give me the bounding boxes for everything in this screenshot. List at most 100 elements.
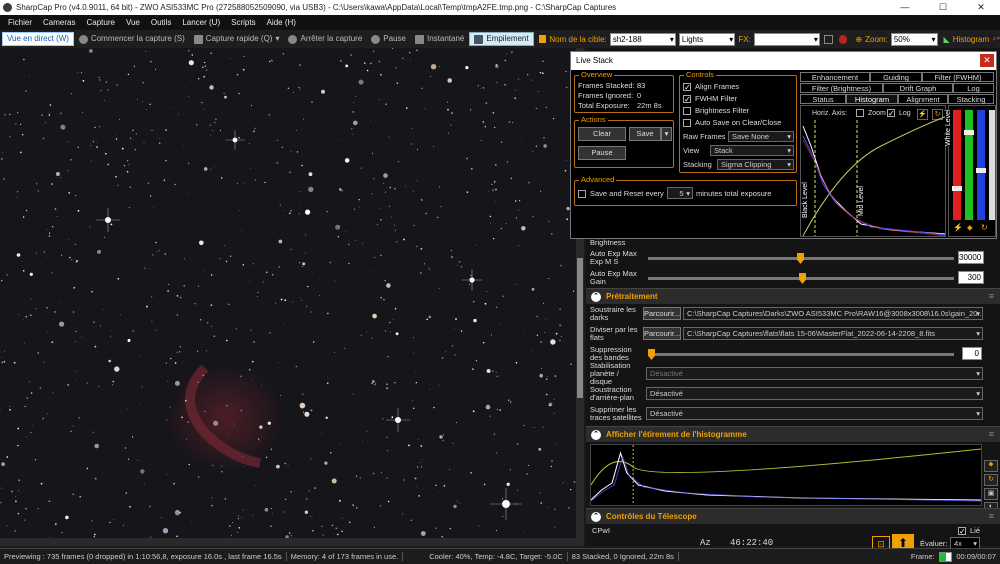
tab-filter-brightness[interactable]: Filter (Brightness)	[800, 83, 883, 93]
menu-scripts[interactable]: Scripts	[231, 18, 255, 27]
darks-path-select[interactable]: C:\SharpCap Captures\Darks\ZWO ASI533MC …	[683, 307, 983, 320]
auto-exp-max-thumb[interactable]	[797, 253, 804, 264]
green-thumb[interactable]	[964, 130, 974, 135]
view-select[interactable]: Stack	[710, 145, 794, 156]
tab-histogram[interactable]: Histogram	[846, 94, 898, 104]
close-button[interactable]: ✕	[962, 0, 1000, 15]
red-slider[interactable]	[952, 110, 962, 220]
align-frames-option[interactable]: ✓ Align Frames	[683, 82, 739, 92]
satellite-select[interactable]: Désactivé	[646, 407, 983, 420]
pause-button[interactable]: Pause	[367, 32, 410, 46]
stack-image-viewport[interactable]	[0, 48, 576, 546]
auto-exp-gain-slider[interactable]	[648, 273, 954, 284]
lie-check[interactable]: ✓	[958, 527, 966, 536]
save-icon[interactable]: ▣	[984, 488, 998, 500]
brightness-filter-check[interactable]	[683, 107, 691, 116]
save-reset-check[interactable]	[578, 190, 586, 199]
auto-exp-gain-value[interactable]: 300	[958, 271, 984, 284]
maximize-button[interactable]: ☐	[924, 0, 962, 15]
save-button[interactable]: Save	[629, 127, 661, 141]
fx-settings-icon[interactable]	[823, 34, 833, 44]
quick-capture-button[interactable]: Capture rapide (Q) ▾	[190, 32, 284, 46]
red-thumb[interactable]	[952, 186, 962, 191]
close-icon[interactable]: ✕	[980, 54, 994, 67]
auto-save-check[interactable]	[683, 119, 691, 128]
white-slider[interactable]	[989, 110, 995, 220]
zoom-select[interactable]: 50%	[890, 32, 938, 46]
menu-lancer[interactable]: Lancer (U)	[182, 18, 220, 27]
stabilization-select[interactable]: Désactivé	[646, 367, 983, 380]
auto-save-option[interactable]: Auto Save on Clear/Close	[683, 118, 781, 128]
menu-vue[interactable]: Vue	[126, 18, 140, 27]
tab-drift-graph[interactable]: Drift Graph	[883, 83, 953, 93]
clear-button[interactable]: Clear	[578, 127, 626, 141]
save-reset-option[interactable]: Save and Reset every	[578, 189, 664, 199]
image-horizontal-scrollbar[interactable]	[0, 538, 576, 546]
tab-enhancement[interactable]: Enhancement	[800, 72, 870, 82]
menu-icon[interactable]: ≡	[989, 511, 994, 521]
background-sub-label: Soustraction d'arrière-plan	[590, 385, 634, 402]
lightning-icon[interactable]: ⚡	[953, 223, 963, 232]
menu-icon[interactable]: ≡	[989, 291, 994, 301]
fx-select[interactable]	[753, 32, 820, 46]
fx-clear-icon[interactable]	[838, 34, 848, 44]
menu-icon[interactable]: ≡	[989, 429, 994, 439]
tab-stacking[interactable]: Stacking	[948, 94, 994, 104]
auto-exp-gain-thumb[interactable]	[799, 273, 806, 284]
histogram-stretch-header[interactable]: ⌃ Afficher l'étirement de l'histogramme ≡	[586, 426, 1000, 442]
frame-type-select[interactable]: Lights	[678, 32, 736, 46]
stacking-select[interactable]: Sigma Clipping	[717, 159, 794, 170]
band-suppression-thumb[interactable]	[648, 349, 655, 360]
start-capture-button[interactable]: Commencer la capture (S)	[75, 32, 189, 46]
flats-browse-button[interactable]: Parcourir...	[643, 327, 681, 340]
background-sub-select[interactable]: Désactivé	[646, 387, 983, 400]
telescope-header[interactable]: ⌃ Contrôles du Télescope ≡	[586, 508, 1000, 524]
refresh-icon[interactable]: ↻	[984, 474, 998, 486]
menu-cameras[interactable]: Cameras	[43, 18, 75, 27]
auto-exp-max-slider[interactable]	[648, 253, 954, 264]
stack-histogram[interactable]: Horiz. Axis: Zoom ✓ Log ⚡ ↻ Black Level M…	[800, 105, 946, 237]
tab-status[interactable]: Status	[800, 94, 846, 104]
search-icon[interactable]: ⌕▾	[992, 34, 1000, 44]
minimize-button[interactable]: —	[886, 0, 924, 15]
tab-guiding[interactable]: Guiding	[870, 72, 922, 82]
band-suppression-slider[interactable]	[648, 349, 954, 360]
flats-row: Diviser par les flats Parcourir... C:\Sh…	[586, 324, 1000, 344]
tab-log[interactable]: Log	[953, 83, 994, 93]
diamond-icon[interactable]: ⬥	[967, 223, 973, 233]
pause-stack-button[interactable]: Pause	[578, 146, 626, 160]
frame-label: Frame:	[910, 552, 935, 561]
stop-capture-button[interactable]: Arrêter la capture	[284, 32, 366, 46]
histogram-stretch-graph[interactable]	[590, 444, 982, 506]
live-view-button[interactable]: Vue en direct (W)	[2, 32, 74, 46]
tab-filter-fwhm[interactable]: Filter (FWHM)	[922, 72, 994, 82]
rgb-level-sliders[interactable]: White Level ⚡ ⬥ ↻	[945, 105, 996, 237]
save-reset-input[interactable]: 5	[667, 187, 693, 199]
target-input[interactable]: sh2-188	[609, 32, 676, 46]
menu-aide[interactable]: Aide (H)	[267, 18, 296, 27]
menu-fichier[interactable]: Fichier	[8, 18, 32, 27]
refresh-icon[interactable]: ↻	[981, 223, 988, 232]
tab-alignment[interactable]: Alignment	[898, 94, 948, 104]
auto-exp-max-value[interactable]: 30000	[958, 251, 984, 264]
darks-browse-button[interactable]: Parcourir...	[643, 307, 681, 320]
flats-path-select[interactable]: C:\SharpCap Captures\flats\flats 15-06\M…	[683, 327, 983, 340]
snapshot-button[interactable]: Instantané	[411, 32, 468, 46]
align-frames-check[interactable]: ✓	[683, 83, 691, 92]
histogram-button[interactable]: Histogram	[953, 35, 989, 44]
band-suppression-value[interactable]: 0	[962, 347, 982, 360]
fwhm-filter-check[interactable]: ✓	[683, 95, 691, 104]
lie-checkbox[interactable]: ✓ Lié	[958, 526, 980, 536]
blue-slider[interactable]	[976, 110, 986, 220]
menu-outils[interactable]: Outils	[151, 18, 171, 27]
reset-icon[interactable]: ⬥	[984, 460, 998, 472]
fwhm-filter-option[interactable]: ✓ FWHM Filter	[683, 94, 737, 104]
preprocessing-header[interactable]: ⌃ Prétraitement ≡	[586, 288, 1000, 304]
brightness-filter-option[interactable]: Brightness Filter	[683, 106, 749, 116]
green-slider[interactable]	[964, 110, 974, 220]
raw-frames-select[interactable]: Save None	[728, 131, 794, 142]
blue-thumb[interactable]	[976, 168, 986, 173]
menu-capture[interactable]: Capture	[86, 18, 114, 27]
save-dropdown-button[interactable]: ▾	[661, 127, 672, 141]
stack-button[interactable]: Empilement	[469, 32, 534, 46]
